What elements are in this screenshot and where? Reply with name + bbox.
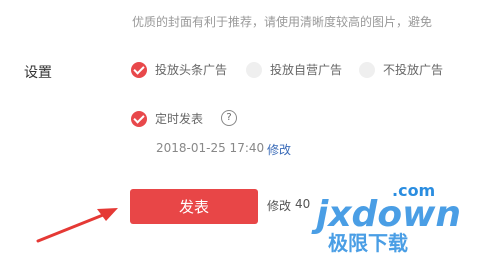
watermark-cn: 极限下载 — [328, 231, 408, 254]
watermark-main: jxdown — [311, 194, 461, 235]
watermark-logo: .com jxdown 极限下载 — [311, 181, 461, 254]
